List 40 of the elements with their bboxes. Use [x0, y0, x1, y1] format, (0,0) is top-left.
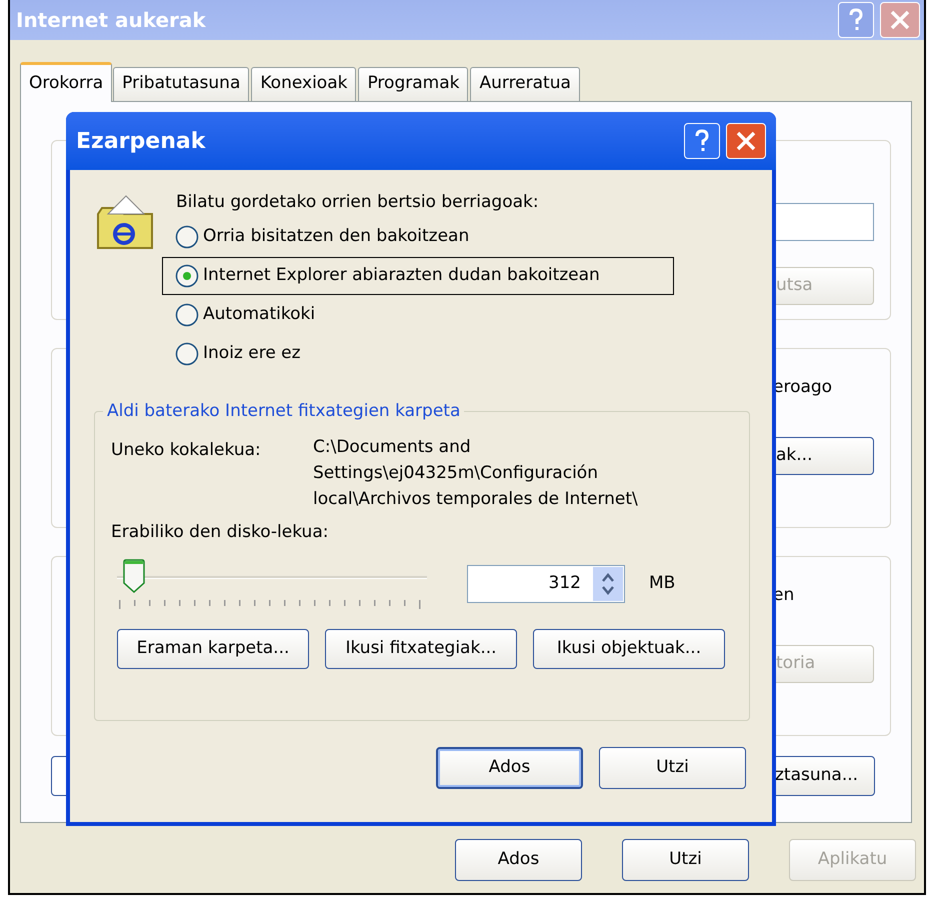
unit-label: MB: [649, 572, 676, 596]
help-button[interactable]: [838, 2, 874, 38]
location-label: Uneko kokalekua:: [111, 438, 262, 462]
button[interactable]: Utzi: [599, 746, 746, 788]
spin-arrows-icon: [601, 572, 615, 596]
dialog-title: Ezarpenak: [76, 128, 206, 156]
radio-option[interactable]: Internet Explorer abiarazten dudan bakoitzean: [162, 256, 674, 294]
close-button[interactable]: [880, 2, 920, 38]
tab[interactable]: Programak: [358, 67, 468, 101]
tab[interactable]: Pribatutasuna: [113, 67, 250, 101]
location-path: C:\Documents and: [313, 436, 472, 458]
help-icon: [694, 129, 710, 153]
button[interactable]: Eraman karpeta...: [117, 629, 309, 669]
location-path: local\Archivos temporales de Internet\: [313, 488, 638, 510]
slider-thumb[interactable]: [123, 559, 145, 593]
button[interactable]: Utzi: [622, 839, 749, 881]
close-icon: [735, 130, 757, 152]
radio-option[interactable]: Orria bisitatzen den bakoitzean: [162, 218, 674, 256]
tab[interactable]: Konexioak: [251, 67, 356, 101]
prompt-text: Bilatu gordetako orrien bertsio berriagoak:: [176, 191, 540, 214]
window-title: Internet aukerak: [16, 7, 206, 34]
tab[interactable]: Orokorra: [20, 62, 112, 102]
button[interactable]: Ikusi objektuak...: [533, 629, 725, 669]
disk-label: Erabiliko den disko-lekua:: [111, 520, 330, 544]
radio-icon: [175, 342, 199, 366]
close-button[interactable]: [726, 123, 766, 159]
tab[interactable]: Aurreratua: [470, 67, 580, 101]
button[interactable]: Ados: [436, 746, 583, 788]
button[interactable]: Ikusi fitxategiak...: [325, 629, 517, 669]
radio-option[interactable]: Inoiz ere ez: [162, 334, 674, 372]
radio-icon: [175, 264, 199, 288]
help-button[interactable]: [684, 123, 720, 159]
radio-icon: [175, 224, 199, 248]
radio-option[interactable]: Automatikoki: [162, 296, 674, 334]
button[interactable]: Ados: [455, 839, 582, 881]
help-icon: [848, 8, 864, 32]
location-path: Settings\ej04325m\Configuración: [313, 462, 599, 484]
close-icon: [889, 9, 911, 31]
radio-icon: [175, 302, 199, 326]
size-spinner[interactable]: 312: [467, 565, 625, 603]
